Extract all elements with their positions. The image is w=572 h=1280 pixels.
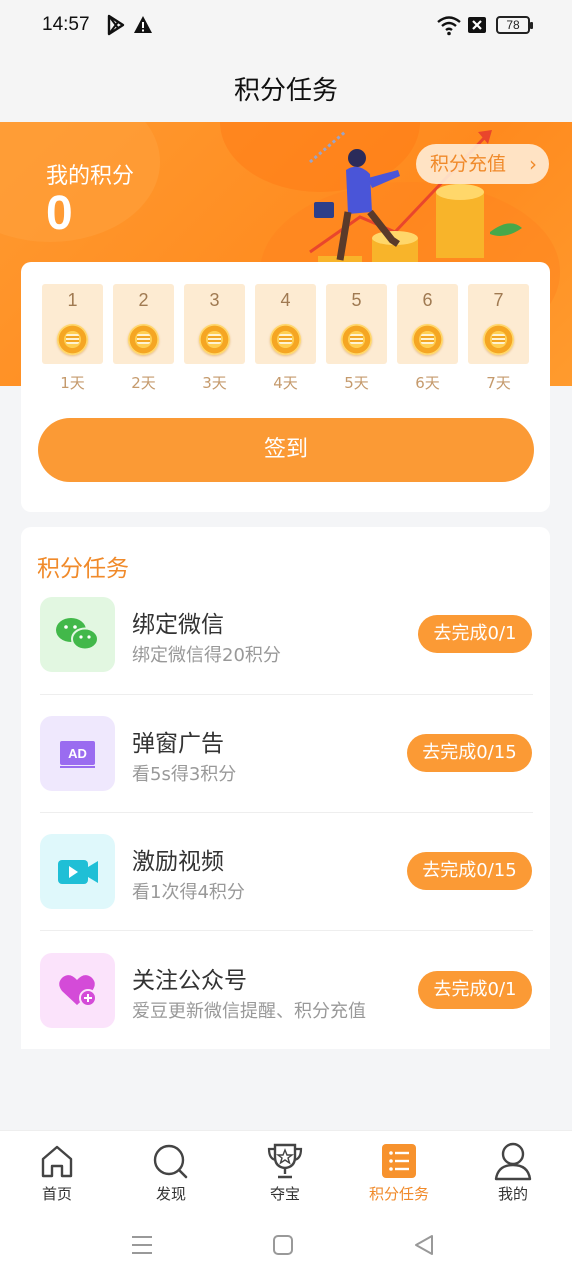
day-number: 6 [422, 290, 433, 310]
day-number: 1 [67, 290, 78, 310]
ad-icon: AD [40, 716, 115, 791]
points-value: 0 [46, 187, 73, 240]
bottom-nav: 首页 发现 夺宝 积分任务 我的 [0, 1130, 572, 1210]
battery-indicator: 78 [496, 16, 533, 34]
checkin-day-7: 7 [468, 284, 529, 364]
task-row: AD 弹窗广告 看5s得3积分 去完成0/15 [21, 716, 550, 834]
task-list-icon [382, 1144, 416, 1178]
no-sim-icon [468, 17, 486, 33]
nav-label: 夺宝 [269, 1185, 300, 1203]
day-label: 2天 [131, 374, 156, 392]
signin-button[interactable]: 签到 [38, 418, 534, 482]
day-label: 6天 [415, 374, 440, 392]
warning-icon [134, 16, 152, 33]
nav-item-treasure[interactable]: 夺宝 [228, 1131, 342, 1211]
status-time: 14:57 [42, 14, 90, 35]
task-name: 绑定微信 [132, 612, 224, 638]
play-store-icon [107, 14, 125, 36]
task-section-title: 积分任务 [37, 556, 129, 582]
discover-icon [153, 1144, 188, 1179]
coin-icon [270, 324, 301, 355]
task-row: 激励视频 看1次得4积分 去完成0/15 [21, 834, 550, 952]
divider [40, 694, 533, 695]
task-card: 积分任务 绑定微信 绑定微信得20积分 去完成0/1 AD 弹窗广告 看5s得3… [21, 527, 550, 1049]
checkin-day-6: 6 [397, 284, 458, 364]
checkin-day-2: 2 [113, 284, 174, 364]
task-go-button[interactable]: 去完成0/1 [418, 615, 532, 653]
task-go-button[interactable]: 去完成0/1 [418, 971, 532, 1009]
nav-item-profile[interactable]: 我的 [456, 1131, 570, 1211]
nav-label: 积分任务 [368, 1185, 429, 1203]
task-row: 关注公众号 爱豆更新微信提醒、积分充值 去完成0/1 [21, 953, 550, 1071]
checkin-day-3: 3 [184, 284, 245, 364]
divider [40, 930, 533, 931]
chevron-right-icon: › [529, 152, 537, 176]
checkin-day-5: 5 [326, 284, 387, 364]
day-number: 2 [138, 290, 149, 310]
status-bar: 14:57 78 [0, 0, 572, 52]
wifi-icon [437, 16, 461, 36]
home-square-icon[interactable] [272, 1234, 294, 1256]
page-header: 积分任务 [0, 52, 572, 122]
day-number: 7 [493, 290, 504, 310]
day-label: 1天 [60, 374, 85, 392]
nav-item-tasks[interactable]: 积分任务 [342, 1131, 456, 1211]
day-number: 5 [351, 290, 362, 310]
home-icon [41, 1145, 73, 1178]
day-label: 5天 [344, 374, 369, 392]
trophy-icon [267, 1143, 303, 1179]
checkin-day-1: 1 [42, 284, 103, 364]
coin-icon [341, 324, 372, 355]
task-desc: 绑定微信得20积分 [132, 645, 281, 666]
video-icon [40, 834, 115, 909]
task-go-button[interactable]: 去完成0/15 [407, 734, 532, 772]
day-label: 4天 [273, 374, 298, 392]
back-icon[interactable] [413, 1234, 435, 1256]
coin-icon [412, 324, 443, 355]
system-nav-bar [0, 1210, 572, 1280]
recharge-button[interactable]: 积分充值 › [416, 144, 549, 184]
task-name: 弹窗广告 [132, 731, 224, 757]
task-desc: 看1次得4积分 [132, 882, 245, 903]
day-number: 4 [280, 290, 291, 310]
day-number: 3 [209, 290, 220, 310]
coin-icon [483, 324, 514, 355]
day-label: 3天 [202, 374, 227, 392]
checkin-day-4: 4 [255, 284, 316, 364]
task-go-button[interactable]: 去完成0/15 [407, 852, 532, 890]
divider [40, 812, 533, 813]
day-label: 7天 [486, 374, 511, 392]
coins-illustration-icon [309, 130, 522, 262]
task-desc: 看5s得3积分 [132, 764, 237, 785]
coin-icon [128, 324, 159, 355]
nav-label: 我的 [497, 1185, 528, 1203]
task-desc: 爱豆更新微信提醒、积分充值 [132, 1001, 366, 1022]
nav-item-home[interactable]: 首页 [0, 1131, 114, 1211]
recharge-label: 积分充值 [430, 153, 507, 175]
nav-item-discover[interactable]: 发现 [114, 1131, 228, 1211]
coin-icon [199, 324, 230, 355]
checkin-card: 1 1天 2 2天 3 3天 4 4天 5 5天 6 6天 7 7天 签到 [21, 262, 550, 512]
wechat-icon [40, 597, 115, 672]
menu-icon[interactable] [131, 1234, 153, 1256]
user-icon [494, 1142, 532, 1181]
task-row: 绑定微信 绑定微信得20积分 去完成0/1 [21, 597, 550, 715]
heart-plus-icon [40, 953, 115, 1028]
page-title: 积分任务 [233, 76, 338, 106]
coin-icon [57, 324, 88, 355]
nav-label: 发现 [155, 1185, 186, 1203]
task-name: 激励视频 [132, 849, 224, 875]
task-name: 关注公众号 [132, 968, 247, 994]
svg-text:AD: AD [68, 746, 87, 761]
nav-label: 首页 [41, 1185, 72, 1203]
